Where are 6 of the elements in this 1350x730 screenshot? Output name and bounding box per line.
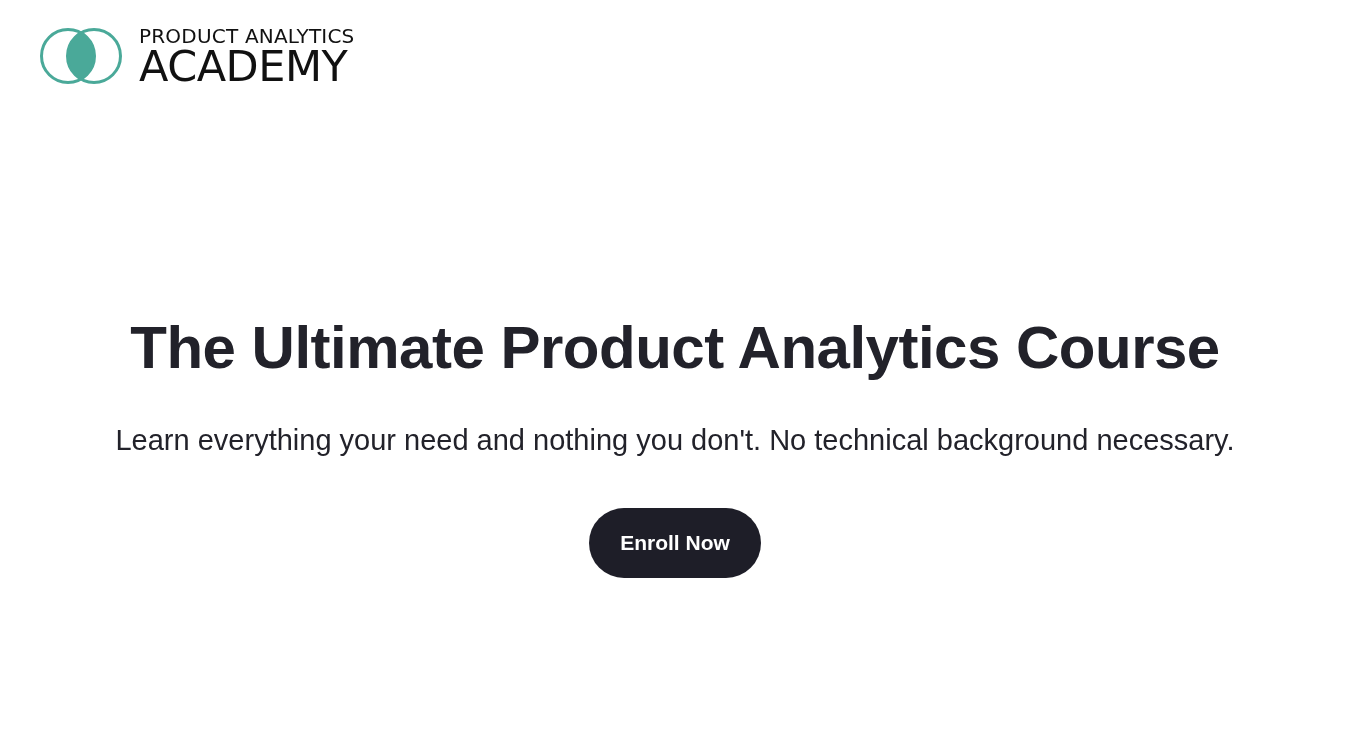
enroll-button[interactable]: Enroll Now bbox=[589, 508, 761, 578]
hero-heading: The Ultimate Product Analytics Course bbox=[130, 313, 1220, 383]
two-rings-logo-icon bbox=[39, 27, 123, 85]
logo-text: ACADEMY bbox=[139, 46, 348, 86]
logo-text: PRODUCT ANALYTICS bbox=[139, 26, 355, 46]
hero-subtitle: Learn everything your need and nothing you don't. No technical background necessary. bbox=[115, 423, 1235, 458]
